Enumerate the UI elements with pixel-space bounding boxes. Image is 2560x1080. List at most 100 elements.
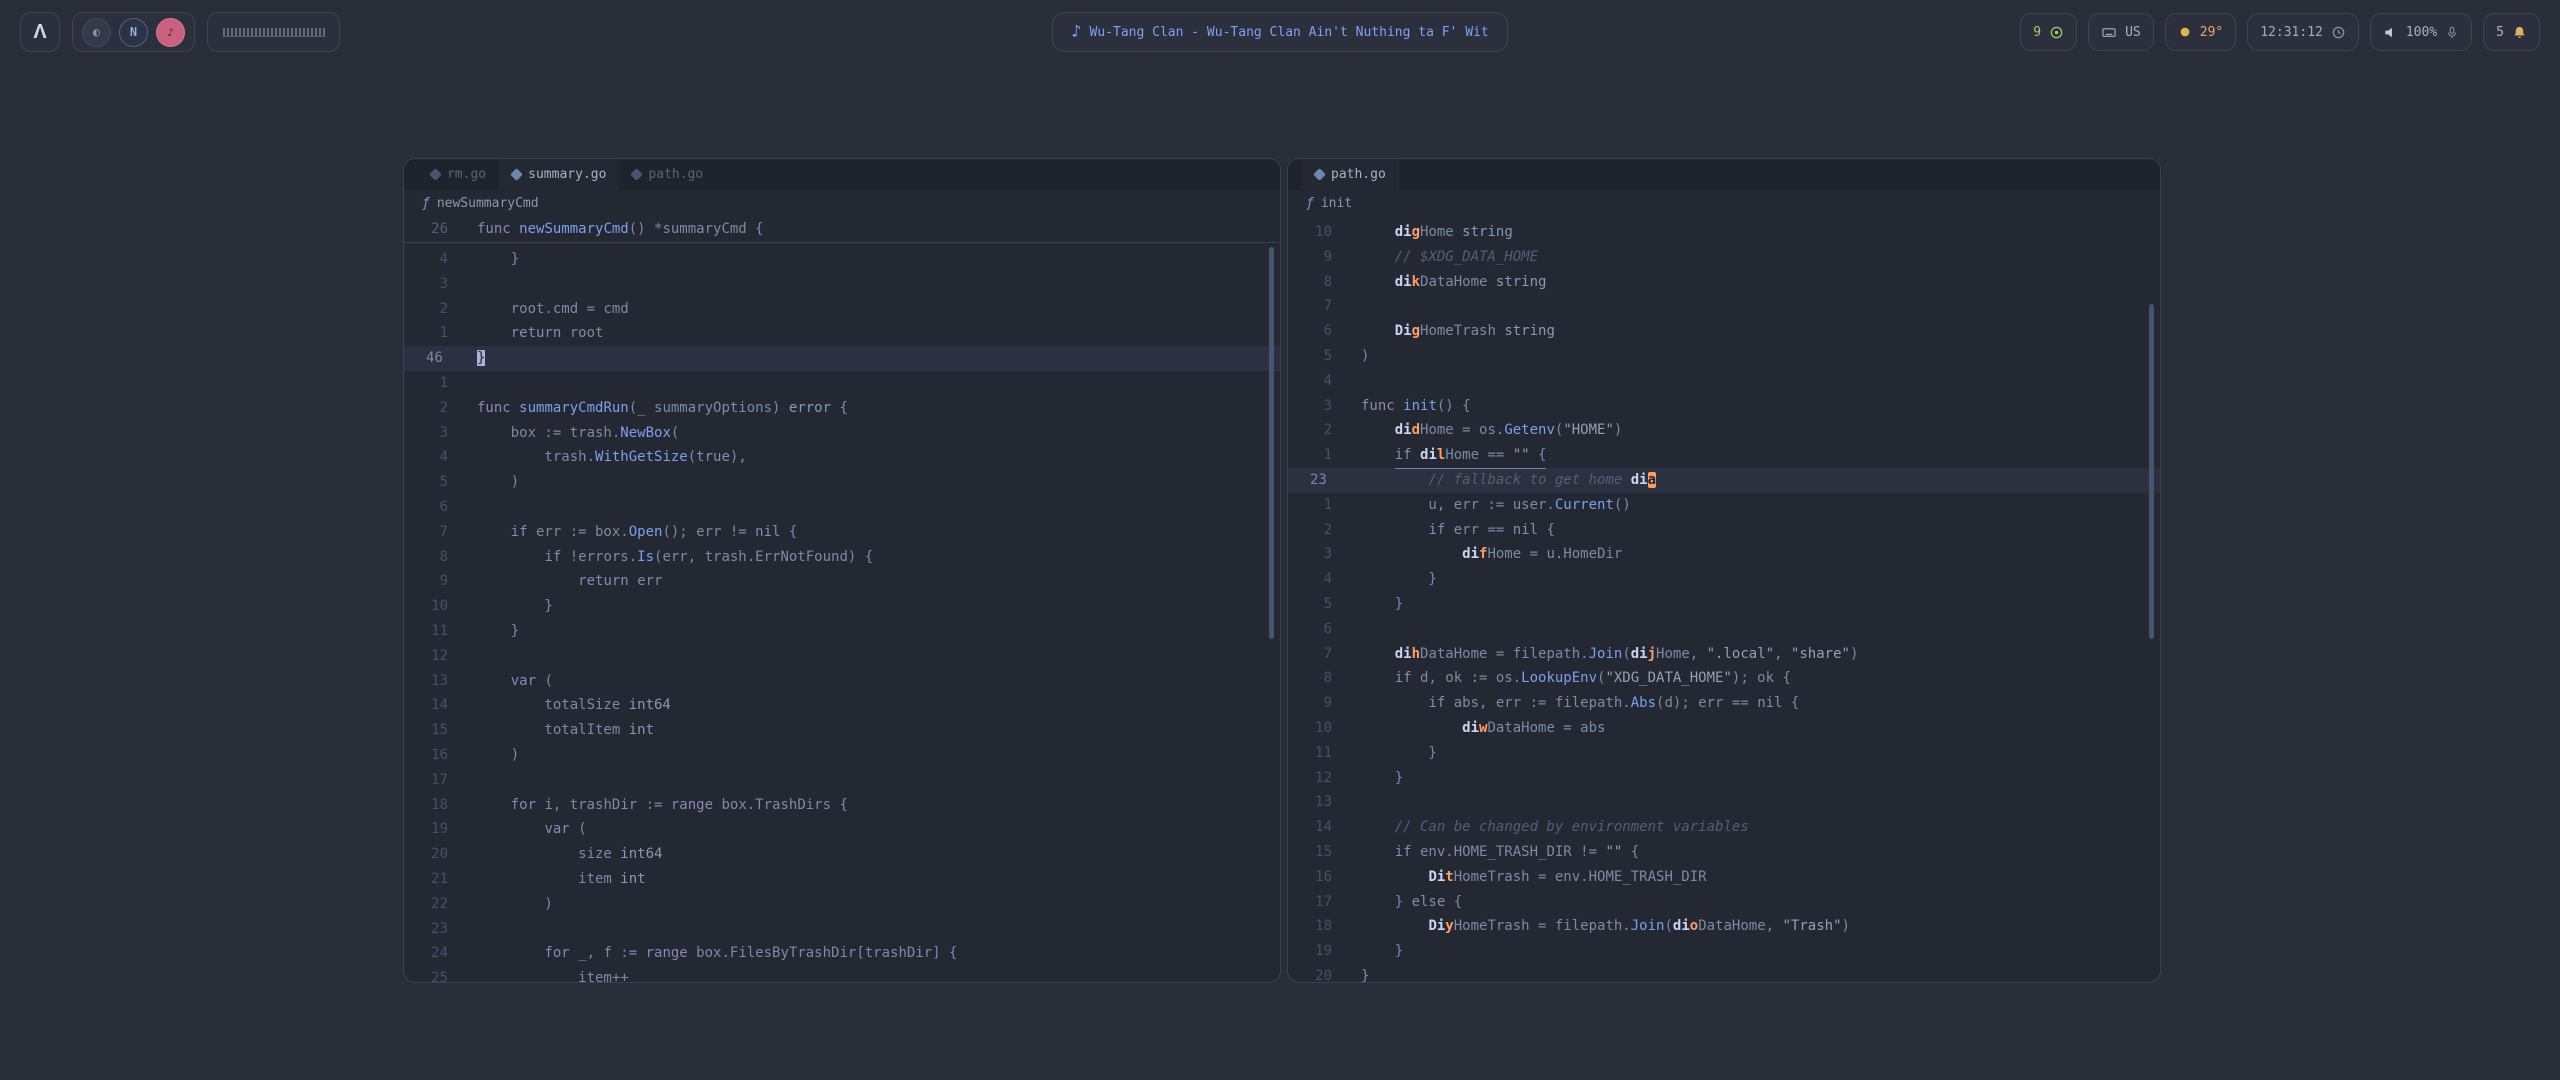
clock-module[interactable]: 12:31:12 bbox=[2247, 13, 2359, 51]
editor-pane-right[interactable]: path.go ƒ init 10 digHome string9 // $XD… bbox=[1287, 158, 2161, 983]
code-line[interactable]: 7 bbox=[1288, 294, 2160, 319]
code-line[interactable]: 5) bbox=[1288, 344, 2160, 369]
editor-tab-path.go[interactable]: path.go bbox=[619, 159, 716, 190]
editor-tab-rm.go[interactable]: rm.go bbox=[418, 159, 499, 190]
code-line[interactable]: 1 bbox=[404, 371, 1280, 396]
notifications-module[interactable]: 5 bbox=[2483, 13, 2540, 51]
code-line[interactable]: 18 DiyHomeTrash = filepath.Join(dioDataH… bbox=[1288, 914, 2160, 939]
workspace-app[interactable]: ◐ bbox=[82, 18, 111, 47]
code-line[interactable]: 16 ) bbox=[404, 743, 1280, 768]
code-line[interactable]: 8 if !errors.Is(err, trash.ErrNotFound) … bbox=[404, 545, 1280, 570]
code-line[interactable]: 12 } bbox=[1288, 766, 2160, 791]
code-line[interactable]: 10 digHome string bbox=[1288, 220, 2160, 245]
code-line[interactable]: 3 difHome = u.HomeDir bbox=[1288, 542, 2160, 567]
code-line[interactable]: 20} bbox=[1288, 964, 2160, 983]
editor-tab-summary.go[interactable]: summary.go bbox=[499, 159, 619, 190]
scrollbar-left[interactable] bbox=[1269, 247, 1274, 639]
code-line[interactable]: 3 bbox=[404, 272, 1280, 297]
code-line[interactable]: 6 bbox=[404, 495, 1280, 520]
code-line[interactable]: 3func init() { bbox=[1288, 394, 2160, 419]
code-line[interactable]: 15 totalItem int bbox=[404, 718, 1280, 743]
code-line[interactable]: 1 u, err := user.Current() bbox=[1288, 493, 2160, 518]
line-number: 1 bbox=[404, 321, 448, 346]
updates-module[interactable]: 9 bbox=[2020, 13, 2077, 51]
code-line[interactable]: 14 totalSize int64 bbox=[404, 693, 1280, 718]
code-line[interactable]: 9 // $XDG_DATA_HOME bbox=[1288, 245, 2160, 270]
code-line[interactable]: 24 for _, f := range box.FilesByTrashDir… bbox=[404, 941, 1280, 966]
scrollbar-right[interactable] bbox=[2149, 304, 2154, 639]
code-line[interactable]: 4 } bbox=[404, 247, 1280, 272]
code-line[interactable]: 17 } else { bbox=[1288, 890, 2160, 915]
code-line[interactable]: 7 if err := box.Open(); err != nil { bbox=[404, 520, 1280, 545]
code-line[interactable]: 15 if env.HOME_TRASH_DIR != "" { bbox=[1288, 840, 2160, 865]
editor-tab-path.go[interactable]: path.go bbox=[1302, 159, 1399, 190]
code-line[interactable]: 1 if dilHome == "" { bbox=[1288, 443, 2160, 468]
code-line[interactable]: 26func newSummaryCmd() *summaryCmd { bbox=[404, 216, 1280, 242]
code-line[interactable]: 1 return root bbox=[404, 321, 1280, 346]
window-title-pill[interactable] bbox=[207, 12, 340, 52]
code-line[interactable]: 13 bbox=[1288, 790, 2160, 815]
code-line[interactable]: 2 root.cmd = cmd bbox=[404, 297, 1280, 322]
code-line[interactable]: 18 for i, trashDir := range box.TrashDir… bbox=[404, 793, 1280, 818]
code-line[interactable]: 8 dikDataHome string bbox=[1288, 270, 2160, 295]
code-line[interactable]: 14 // Can be changed by environment vari… bbox=[1288, 815, 2160, 840]
code-line[interactable]: 5 ) bbox=[404, 470, 1280, 495]
code-line[interactable]: 11 } bbox=[1288, 741, 2160, 766]
workspace-music[interactable]: ♪ bbox=[156, 18, 185, 47]
code-line[interactable]: 2func summaryCmdRun(_ summaryOptions) er… bbox=[404, 396, 1280, 421]
code-line[interactable]: 4 } bbox=[1288, 567, 2160, 592]
workspace-nvim[interactable]: N bbox=[119, 18, 148, 47]
topbar-center: ♪ Wu-Tang Clan - Wu-Tang Clan Ain't Nuth… bbox=[1052, 12, 1507, 52]
code-line[interactable]: 21 item int bbox=[404, 867, 1280, 892]
code-line[interactable]: 9 if abs, err := filepath.Abs(d); err ==… bbox=[1288, 691, 2160, 716]
code-line[interactable]: 2 didHome = os.Getenv("HOME") bbox=[1288, 418, 2160, 443]
code-line[interactable]: 20 size int64 bbox=[404, 842, 1280, 867]
code-line[interactable]: 23 bbox=[404, 917, 1280, 942]
code-line[interactable]: 4 trash.WithGetSize(true), bbox=[404, 445, 1280, 470]
code-text: ) bbox=[1361, 344, 1369, 369]
line-number: 12 bbox=[404, 644, 448, 669]
code-line[interactable]: 5 } bbox=[1288, 592, 2160, 617]
code-line[interactable]: 7 dihDataHome = filepath.Join(dijHome, "… bbox=[1288, 642, 2160, 667]
code-line[interactable]: 9 return err bbox=[404, 569, 1280, 594]
editor-pane-left[interactable]: rm.gosummary.gopath.go ƒ newSummaryCmd 2… bbox=[403, 158, 1281, 983]
code-line[interactable]: 16 DitHomeTrash = env.HOME_TRASH_DIR bbox=[1288, 865, 2160, 890]
code-text: } bbox=[1361, 592, 1403, 617]
launcher-button[interactable]: Λ bbox=[20, 12, 60, 52]
code-line[interactable]: 23 // fallback to get home dia bbox=[1288, 468, 2160, 493]
code-line[interactable]: 6 bbox=[1288, 617, 2160, 642]
code-line[interactable]: 2 if err == nil { bbox=[1288, 518, 2160, 543]
code-area-right[interactable]: 10 digHome string9 // $XDG_DATA_HOME8 di… bbox=[1288, 216, 2160, 983]
code-text: return err bbox=[477, 569, 662, 594]
code-line[interactable]: 25 item++ bbox=[404, 966, 1280, 983]
code-text: digHome string bbox=[1361, 220, 1513, 245]
code-line[interactable]: 13 var ( bbox=[404, 669, 1280, 694]
code-line[interactable]: 10 diwDataHome = abs bbox=[1288, 716, 2160, 741]
music-player[interactable]: ♪ Wu-Tang Clan - Wu-Tang Clan Ain't Nuth… bbox=[1052, 12, 1507, 52]
keyboard-layout-module[interactable]: US bbox=[2088, 13, 2154, 51]
volume-module[interactable]: 100% bbox=[2370, 13, 2472, 51]
line-number: 13 bbox=[404, 669, 448, 694]
code-text: difHome = u.HomeDir bbox=[1361, 542, 1622, 567]
code-line[interactable]: 12 bbox=[404, 644, 1280, 669]
code-text: item int bbox=[477, 867, 646, 892]
code-line[interactable]: 17 bbox=[404, 768, 1280, 793]
breadcrumb-symbol: newSummaryCmd bbox=[437, 196, 539, 211]
code-line[interactable]: 4 bbox=[1288, 369, 2160, 394]
line-number: 15 bbox=[1288, 840, 1332, 865]
weather-module[interactable]: 29° bbox=[2165, 13, 2236, 51]
code-text: didHome = os.Getenv("HOME") bbox=[1361, 418, 1622, 443]
line-number: 10 bbox=[1288, 220, 1332, 245]
code-line[interactable]: 6 DigHomeTrash string bbox=[1288, 319, 2160, 344]
tabbar-left: rm.gosummary.gopath.go bbox=[404, 159, 1280, 190]
code-line[interactable]: 19 } bbox=[1288, 939, 2160, 964]
line-number: 22 bbox=[404, 892, 448, 917]
code-line[interactable]: 19 var ( bbox=[404, 817, 1280, 842]
code-line[interactable]: 11 } bbox=[404, 619, 1280, 644]
code-line[interactable]: 46} bbox=[404, 346, 1280, 371]
code-line[interactable]: 10 } bbox=[404, 594, 1280, 619]
code-line[interactable]: 8 if d, ok := os.LookupEnv("XDG_DATA_HOM… bbox=[1288, 666, 2160, 691]
code-line[interactable]: 3 box := trash.NewBox( bbox=[404, 421, 1280, 446]
code-line[interactable]: 22 ) bbox=[404, 892, 1280, 917]
code-area-left[interactable]: 4 }32 root.cmd = cmd1 return root46}12fu… bbox=[404, 243, 1280, 983]
